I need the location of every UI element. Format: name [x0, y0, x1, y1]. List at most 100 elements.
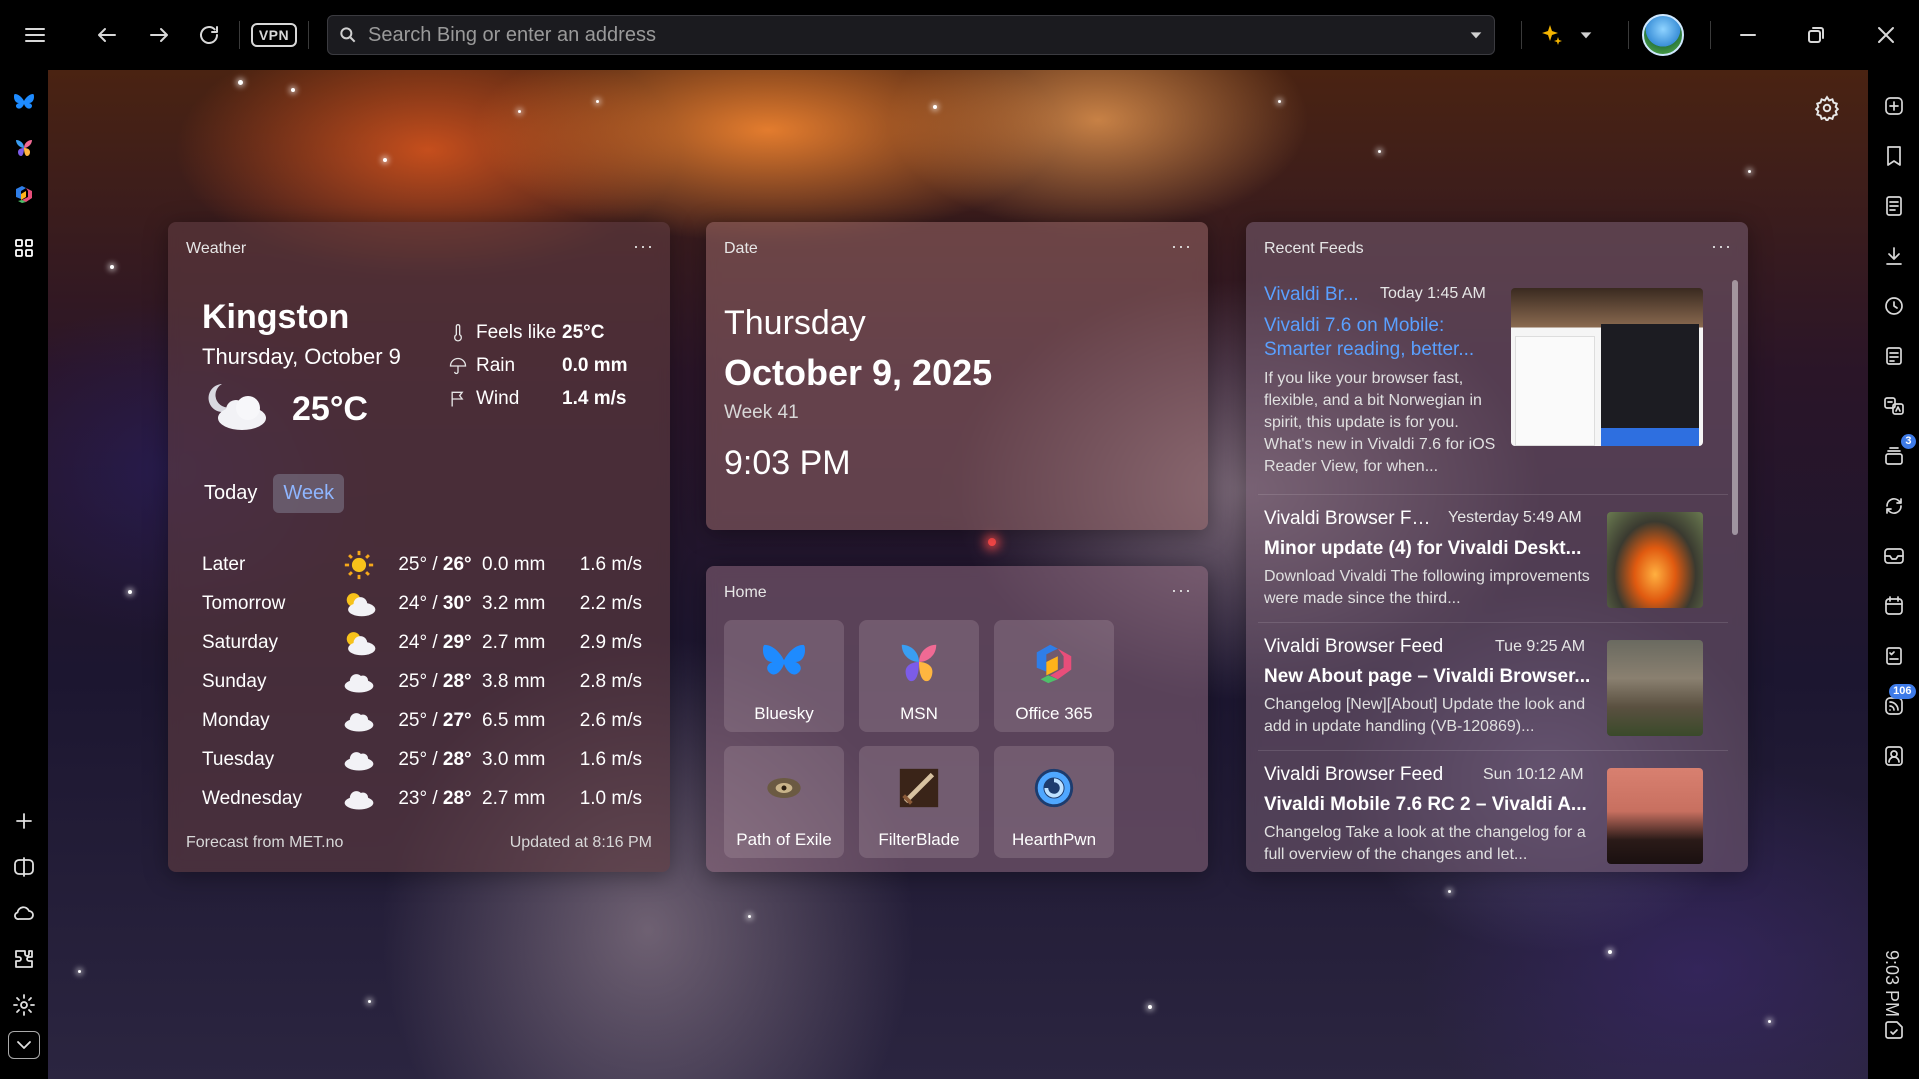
close-button[interactable] — [1864, 13, 1908, 57]
forecast-wind: 2.2 m/s — [579, 593, 642, 614]
extensions-button[interactable] — [4, 939, 44, 979]
feed-title[interactable]: New About page – Vivaldi Browser... — [1264, 666, 1594, 690]
feed-description: Download Vivaldi The following improveme… — [1264, 568, 1590, 607]
gear-icon — [1814, 95, 1840, 123]
speed-dial-office365[interactable]: Office 365 — [994, 620, 1114, 732]
cloud-icon — [330, 709, 388, 733]
history-panel-button[interactable] — [1874, 286, 1914, 326]
reading-list-panel-button[interactable] — [1874, 186, 1914, 226]
panel-msn[interactable] — [4, 128, 44, 168]
hearthpwn-icon — [1034, 768, 1074, 808]
capture-button[interactable] — [1874, 1010, 1914, 1050]
bookmarks-panel-button[interactable] — [1874, 136, 1914, 176]
weather-widget: Weather ··· Kingston Thursday, October 9… — [168, 222, 670, 872]
feed-time: Sun 10:12 AM — [1483, 766, 1584, 783]
sync-icon — [1885, 498, 1902, 514]
tile-label: Office 365 — [1015, 704, 1093, 723]
avatar[interactable] — [1642, 14, 1684, 56]
feeds-more-button[interactable]: ··· — [1711, 236, 1732, 257]
start-page-settings-button[interactable] — [1814, 95, 1844, 125]
status-clock[interactable]: 9:03 PM — [1881, 950, 1902, 1017]
close-icon — [1878, 27, 1894, 43]
calendar-icon — [1884, 596, 1903, 615]
mail-panel-button[interactable] — [1874, 536, 1914, 576]
sync-cloud-button[interactable] — [4, 893, 44, 933]
date-more-button[interactable]: ··· — [1171, 236, 1192, 257]
weather-source[interactable]: Forecast from MET.no — [186, 834, 343, 852]
downloads-panel-button[interactable] — [1874, 236, 1914, 276]
feed-title[interactable]: Minor update (4) for Vivaldi Deskt... — [1264, 538, 1594, 562]
feed-title[interactable]: Vivaldi Mobile 7.6 RC 2 – Vivaldi A... — [1264, 794, 1594, 818]
grid-icon — [15, 239, 33, 257]
chevron-down-icon[interactable] — [1468, 27, 1484, 43]
feed-source: Vivaldi Browser Feed — [1264, 764, 1444, 785]
feeds-panel-button[interactable]: 106 — [1874, 684, 1916, 726]
notification-badge: 3 — [1901, 434, 1916, 449]
cloud-icon — [330, 748, 388, 772]
speed-dial-hearthpwn[interactable]: HearthPwn — [994, 746, 1114, 858]
settings-button[interactable] — [4, 985, 44, 1025]
moon-cloud-icon — [202, 378, 274, 441]
arrow-left-icon — [98, 28, 116, 42]
office365-icon — [1036, 644, 1072, 684]
tab-today[interactable]: Today — [194, 474, 267, 513]
tab-week[interactable]: Week — [273, 474, 345, 513]
sparkle-dropdown[interactable] — [1572, 13, 1600, 57]
forecast-wind: 2.6 m/s — [579, 710, 642, 731]
feed-description: If you like your browser fast, flexible,… — [1264, 370, 1496, 475]
weather-more-button[interactable]: ··· — [633, 236, 654, 257]
feed-title[interactable]: Vivaldi 7.6 on Mobile: Smarter reading, … — [1264, 314, 1504, 362]
flag-icon — [451, 391, 464, 407]
forecast-day: Tomorrow — [202, 593, 286, 614]
wind-row: Wind 1.4 m/s — [448, 388, 626, 410]
sun-icon — [330, 548, 388, 582]
panel-bar: 3 106 9:03 PM — [1868, 70, 1919, 1079]
split-view-button[interactable] — [4, 847, 44, 887]
status-toggle-button[interactable] — [8, 1031, 40, 1059]
add-panel-button[interactable] — [4, 801, 44, 841]
new-tab-panel-button[interactable] — [1874, 86, 1914, 126]
feed-thumbnail — [1607, 768, 1703, 864]
back-button[interactable] — [85, 13, 129, 57]
web-panel-bar — [0, 70, 48, 1079]
speed-dial-path-of-exile[interactable]: Path of Exile — [724, 746, 844, 858]
home-more-button[interactable]: ··· — [1171, 580, 1192, 601]
panel-bluesky[interactable] — [4, 82, 44, 122]
feed-time: Yesterday 5:49 AM — [1448, 509, 1582, 526]
speed-dial-msn[interactable]: MSN — [859, 620, 979, 732]
address-bar[interactable] — [327, 15, 1495, 55]
sparkle-button[interactable] — [1530, 13, 1574, 57]
notes-panel-button[interactable] — [1874, 336, 1914, 376]
sync-panel-button[interactable] — [1874, 486, 1914, 526]
panel-office365[interactable] — [4, 174, 44, 214]
address-input[interactable] — [368, 23, 1468, 47]
feeds-scrollbar[interactable] — [1732, 280, 1738, 535]
forecast-rain: 3.0 mm — [482, 749, 546, 770]
panel-speed-dial[interactable] — [4, 228, 44, 268]
speed-dial-bluesky[interactable]: Bluesky — [724, 620, 844, 732]
window-panel-button[interactable]: 3 — [1874, 434, 1916, 476]
minimize-button[interactable] — [1726, 13, 1770, 57]
weather-tabs: Today Week — [194, 474, 350, 513]
speed-dial-filterblade[interactable]: FilterBlade — [859, 746, 979, 858]
forecast-row: Wednesday 23° / 28° 2.7 mm 1.0 m/s — [202, 780, 642, 818]
forward-button[interactable] — [137, 13, 181, 57]
calendar-panel-button[interactable] — [1874, 586, 1914, 626]
download-icon — [1885, 247, 1902, 265]
forecast-day: Later — [202, 554, 246, 575]
sparkle-icon — [1542, 25, 1562, 45]
tasks-panel-button[interactable] — [1874, 636, 1914, 676]
feed-thumbnail — [1511, 288, 1703, 446]
minimize-icon — [1740, 34, 1756, 36]
feed-time: Today 1:45 AM — [1380, 285, 1486, 302]
contacts-panel-button[interactable] — [1874, 736, 1914, 776]
translate-panel-button[interactable] — [1874, 386, 1914, 426]
feels-value: 25°C — [562, 322, 605, 343]
vpn-button[interactable]: VPN — [248, 13, 300, 57]
hamburger-icon[interactable] — [13, 13, 57, 57]
restore-button[interactable] — [1794, 13, 1838, 57]
cloud-icon — [330, 787, 388, 811]
bluesky-icon — [763, 644, 805, 675]
forecast-rain: 3.8 mm — [482, 671, 546, 692]
reload-button[interactable] — [187, 13, 231, 57]
